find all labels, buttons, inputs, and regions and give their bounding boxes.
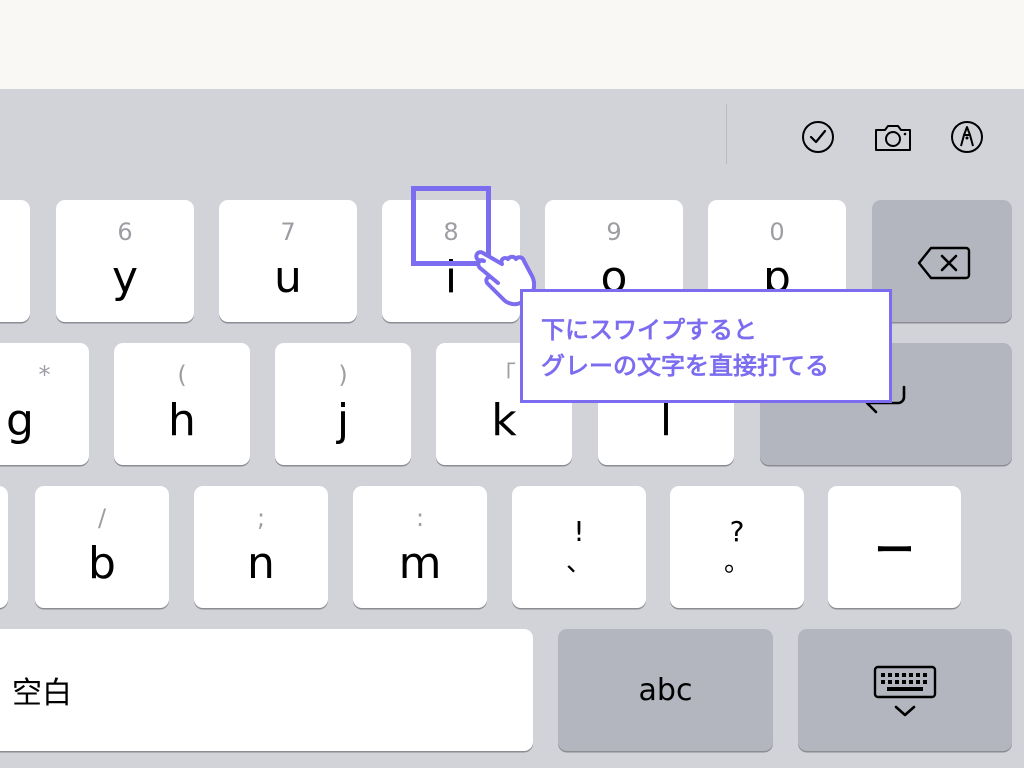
key-primary-label: y: [111, 252, 139, 303]
key-secondary-label: 6: [117, 218, 133, 246]
key-secondary-label: 9: [606, 218, 622, 246]
key-t-partial[interactable]: [0, 200, 30, 322]
dismiss-keyboard-key[interactable]: [798, 629, 1012, 751]
tooltip-callout: 下にスワイプすると グレーの文字を直接打てる: [520, 289, 892, 403]
toolbar-divider: [726, 104, 727, 164]
key-h[interactable]: ( h: [114, 343, 250, 465]
shift-key-partial[interactable]: [0, 486, 8, 608]
camera-icon[interactable]: [873, 119, 913, 155]
key-primary-label: u: [274, 252, 302, 303]
key-top-label: !: [573, 515, 585, 548]
key-question-period[interactable]: ? 。: [670, 486, 804, 608]
tooltip-line-2: グレーの文字を直接打てる: [541, 352, 829, 380]
abc-key-label: abc: [638, 672, 693, 708]
checkmark-circle-icon[interactable]: [800, 119, 836, 155]
key-bottom-label: 。: [723, 548, 750, 578]
key-long-dash[interactable]: ー: [828, 486, 961, 608]
key-primary-label: j: [336, 395, 350, 446]
key-n[interactable]: ; n: [194, 486, 328, 608]
key-secondary-label: ;: [256, 504, 266, 532]
tooltip-text: 下にスワイプすると グレーの文字を直接打てる: [541, 312, 881, 384]
key-primary-label: n: [247, 538, 275, 589]
key-dash-label: ー: [874, 528, 915, 574]
markup-pen-icon[interactable]: [949, 119, 985, 155]
key-primary-label: g: [6, 395, 34, 446]
key-primary-label: b: [88, 538, 116, 589]
key-primary-label: h: [168, 395, 196, 446]
delete-key[interactable]: [872, 200, 1012, 322]
key-secondary-label: :: [415, 504, 425, 532]
key-top-label: ?: [729, 515, 745, 548]
delete-backspace-icon: [917, 246, 971, 280]
key-secondary-label: 0: [769, 218, 785, 246]
key-secondary-label: ): [338, 361, 348, 389]
key-m[interactable]: : m: [353, 486, 487, 608]
keyboard-dismiss-icon: [873, 665, 937, 717]
key-b[interactable]: / b: [35, 486, 169, 608]
key-exclamation-comma[interactable]: ! 、: [512, 486, 646, 608]
abc-key[interactable]: abc: [558, 629, 773, 751]
key-y[interactable]: 6 y: [56, 200, 194, 322]
tooltip-line-1: 下にスワイプすると: [541, 316, 757, 344]
key-j[interactable]: ) j: [275, 343, 411, 465]
key-secondary-label: /: [97, 504, 107, 532]
key-bottom-label: 、: [565, 548, 592, 578]
key-secondary-label: *: [38, 361, 51, 389]
space-key-label: 空白: [12, 676, 72, 711]
key-secondary-label: (: [177, 361, 187, 389]
key-primary-label: m: [398, 538, 442, 589]
text-area[interactable]: [0, 0, 1024, 89]
space-key[interactable]: 空白: [0, 629, 533, 751]
key-u[interactable]: 7 u: [219, 200, 357, 322]
key-g[interactable]: * g: [0, 343, 89, 465]
key-secondary-label: 7: [280, 218, 296, 246]
